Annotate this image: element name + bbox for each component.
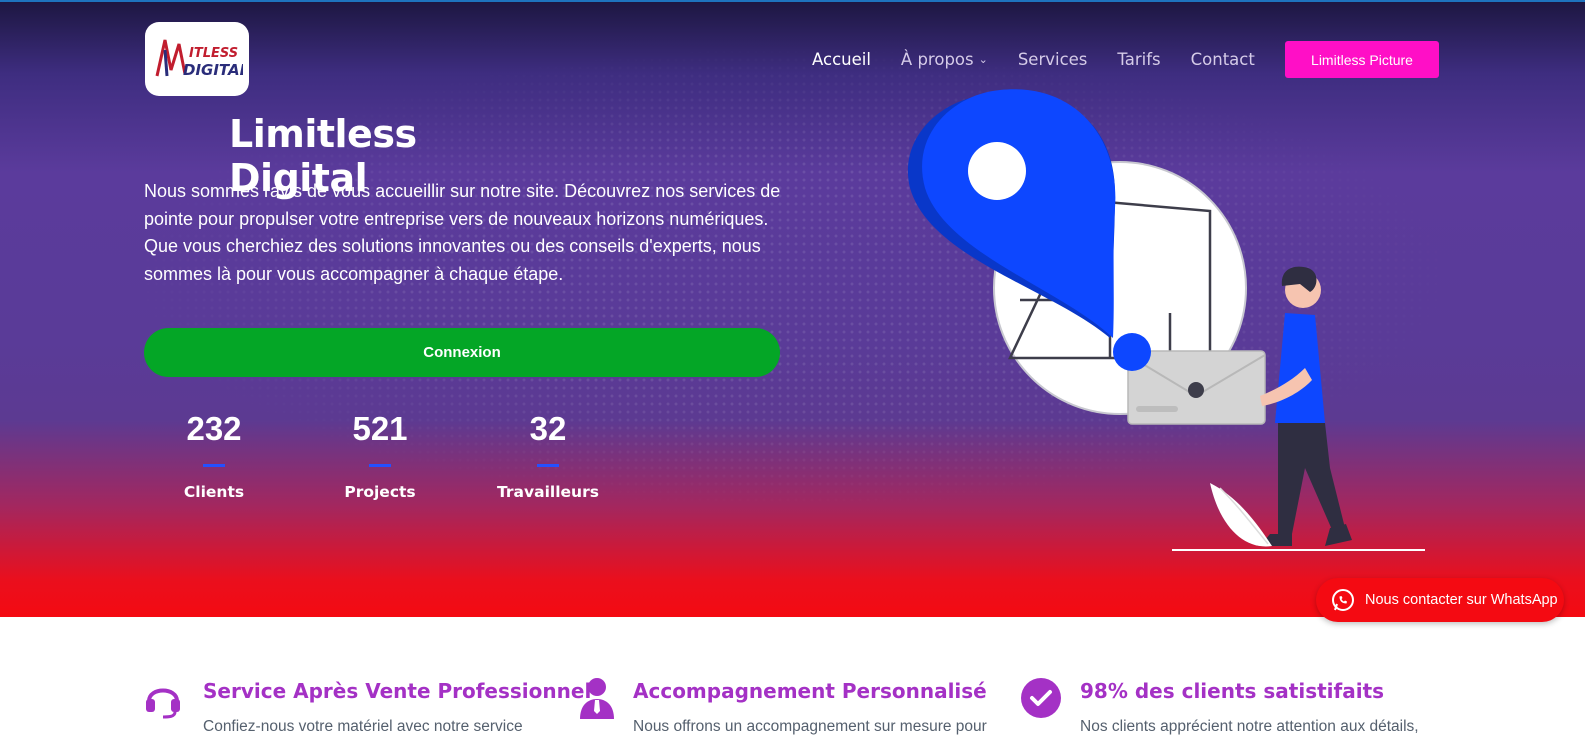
stat-value: 32 bbox=[529, 410, 567, 447]
top-border bbox=[0, 0, 1585, 2]
whatsapp-contact-button[interactable]: Nous contacter sur WhatsApp bbox=[1316, 578, 1564, 622]
whatsapp-icon bbox=[1332, 589, 1354, 611]
logo-mark-icon: ITLESS DIGITAL bbox=[155, 39, 243, 79]
main-nav: Accueil À propos ⌄ Services Tarifs Contac… bbox=[812, 46, 1285, 72]
user-tie-icon bbox=[580, 678, 614, 719]
check-circle-icon bbox=[1021, 678, 1061, 718]
stat-projects: 521 Projects bbox=[310, 410, 450, 501]
stat-divider bbox=[537, 464, 559, 467]
chevron-down-icon: ⌄ bbox=[978, 52, 988, 66]
svg-text:ITLESS: ITLESS bbox=[189, 46, 238, 61]
limitless-picture-button[interactable]: Limitless Picture bbox=[1285, 41, 1439, 78]
nav-item-contact[interactable]: Contact bbox=[1191, 46, 1255, 72]
feature-description: Nous offrons un accompagnement sur mesur… bbox=[633, 718, 987, 735]
feature-title: 98% des clients satistifaits bbox=[1080, 679, 1385, 703]
nav-label: À propos bbox=[900, 49, 974, 69]
stat-travailleurs: 32 Travailleurs bbox=[478, 410, 618, 501]
headset-icon bbox=[146, 688, 180, 719]
whatsapp-label: Nous contacter sur WhatsApp bbox=[1365, 592, 1558, 608]
nav-item-a-propos[interactable]: À propos ⌄ bbox=[901, 46, 988, 72]
nav-label: Services bbox=[1017, 49, 1088, 69]
location-illustration bbox=[907, 89, 1425, 551]
feature-description: Nos clients apprécient notre attention a… bbox=[1080, 718, 1419, 735]
stat-value: 521 bbox=[352, 410, 408, 447]
nav-item-tarifs[interactable]: Tarifs bbox=[1117, 46, 1160, 72]
connexion-button[interactable]: Connexion bbox=[144, 328, 780, 377]
nav-label: Accueil bbox=[812, 49, 871, 69]
feature-description: Confiez-nous votre matériel avec notre s… bbox=[203, 718, 523, 735]
nav-label: Contact bbox=[1190, 49, 1255, 69]
stat-label: Projects bbox=[344, 483, 416, 501]
nav-item-services[interactable]: Services bbox=[1018, 46, 1088, 72]
stat-value: 232 bbox=[186, 410, 242, 447]
feature-title: Accompagnement Personnalisé bbox=[633, 679, 987, 703]
stat-label: Travailleurs bbox=[497, 483, 599, 501]
site-logo[interactable]: ITLESS DIGITAL bbox=[145, 22, 249, 96]
stat-divider bbox=[369, 464, 391, 467]
stat-divider bbox=[203, 464, 225, 467]
hero-section: ITLESS DIGITAL Accueil À propos ⌄ Service… bbox=[0, 0, 1585, 617]
hero-description: Nous sommes ravis de vous accueillir sur… bbox=[144, 181, 781, 284]
stat-clients: 232 Clients bbox=[144, 410, 284, 501]
stat-label: Clients bbox=[183, 483, 245, 501]
nav-item-accueil[interactable]: Accueil bbox=[812, 46, 871, 72]
feature-title: Service Après Vente Professionnel bbox=[203, 679, 592, 703]
svg-text:DIGITAL: DIGITAL bbox=[183, 61, 243, 79]
nav-label: Tarifs bbox=[1117, 49, 1161, 69]
